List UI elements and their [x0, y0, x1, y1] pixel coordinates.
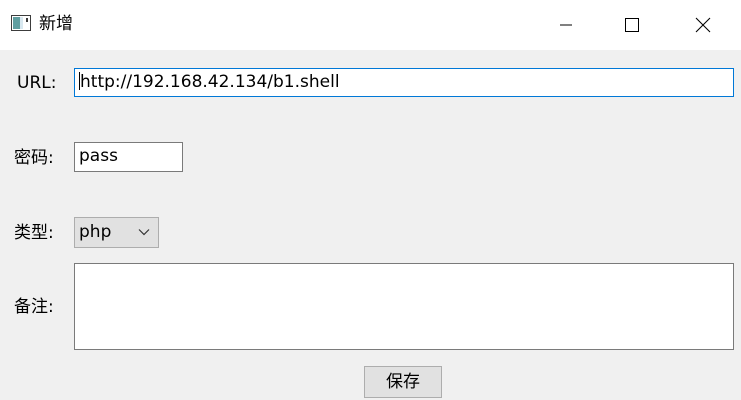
- chevron-down-icon: [138, 229, 150, 236]
- save-button[interactable]: 保存: [364, 366, 442, 398]
- title-bar[interactable]: 新增: [0, 0, 741, 50]
- note-textarea[interactable]: [74, 263, 734, 350]
- password-label: 密码:: [14, 148, 54, 168]
- close-icon: [695, 17, 711, 33]
- minimize-icon: [560, 24, 572, 26]
- password-input-value: pass: [79, 146, 118, 166]
- type-select[interactable]: php: [74, 217, 159, 248]
- maximize-icon: [625, 18, 639, 32]
- type-select-value: php: [79, 222, 112, 242]
- note-label: 备注:: [14, 297, 54, 317]
- window-title: 新增: [39, 14, 73, 34]
- app-window-icon: [11, 15, 31, 31]
- type-label: 类型:: [14, 223, 54, 243]
- url-label: URL:: [17, 73, 57, 93]
- url-input[interactable]: http://192.168.42.134/b1.shell: [74, 68, 734, 97]
- maximize-button[interactable]: [609, 0, 655, 50]
- password-input[interactable]: pass: [74, 142, 183, 172]
- close-button[interactable]: [680, 0, 726, 50]
- url-input-value: http://192.168.42.134/b1.shell: [80, 72, 340, 92]
- dialog-window: 新增 URL: http://192.168.42.134/b1.shell 密…: [0, 0, 741, 400]
- minimize-button[interactable]: [543, 0, 589, 50]
